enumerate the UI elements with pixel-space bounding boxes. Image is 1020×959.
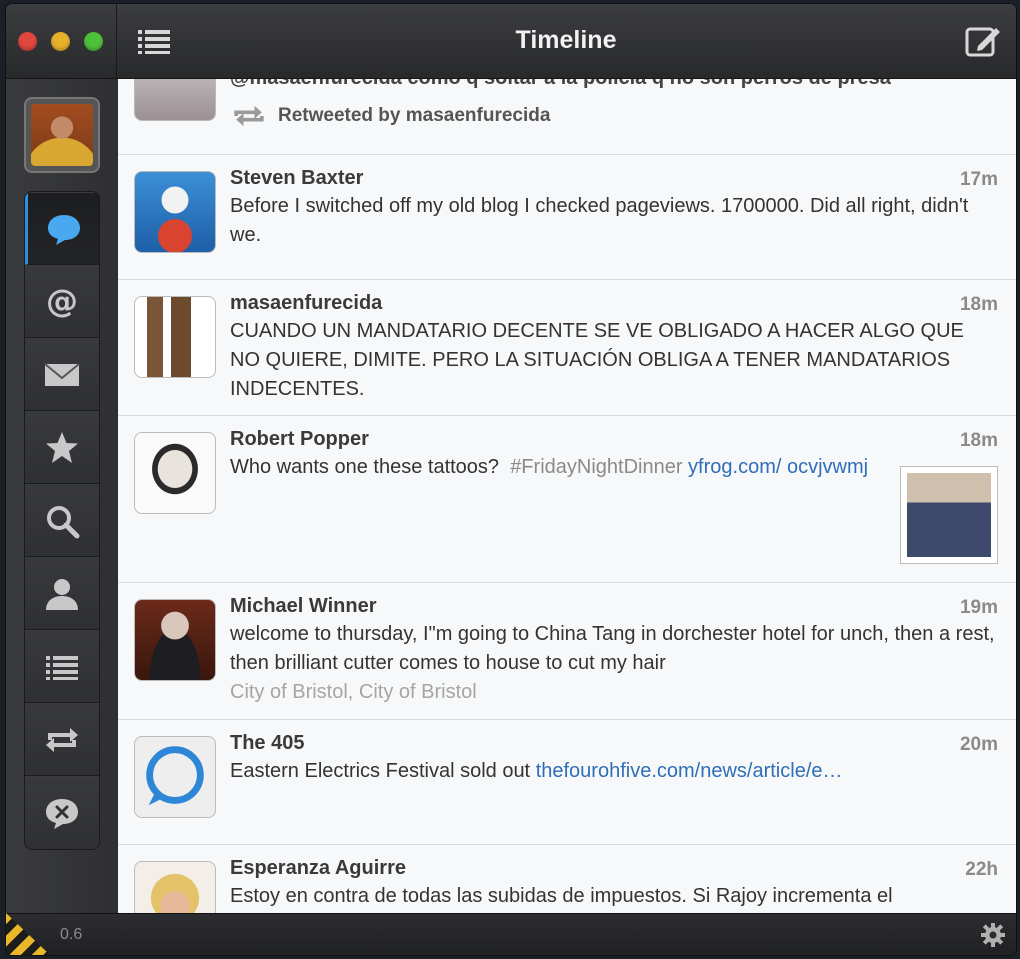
tweet-time: 19m xyxy=(959,597,998,618)
tweet-item[interactable]: Michael Winner 19m welcome to thursday, … xyxy=(118,583,1016,720)
status-bar: 0.6 xyxy=(6,913,1016,955)
nav-search[interactable] xyxy=(25,484,99,557)
tweet-text: Estoy en contra de todas las subidas de … xyxy=(230,885,893,907)
tweet-link[interactable]: yfrog.com/ ocvjvwmj xyxy=(688,456,868,478)
tweet-author[interactable]: Robert Popper xyxy=(230,428,998,451)
tweet-media-thumbnail[interactable] xyxy=(900,466,998,564)
tweet-avatar[interactable] xyxy=(134,736,216,818)
sidebar-nav: @ xyxy=(24,191,100,850)
tweet-author[interactable]: Esperanza Aguirre xyxy=(230,857,998,880)
envelope-icon xyxy=(44,362,80,386)
tweet-item[interactable]: @masaenfurecida como q soltar a la polic… xyxy=(118,79,1016,155)
compose-icon[interactable] xyxy=(964,24,1002,58)
speech-bubble-icon xyxy=(47,214,80,245)
tweet-author[interactable]: The 405 xyxy=(230,732,998,755)
retweet-icon xyxy=(46,727,78,752)
tweet-link[interactable]: thefourohfive.com/news/article/e… xyxy=(536,760,843,782)
account-avatar[interactable] xyxy=(24,97,100,173)
search-icon xyxy=(47,505,80,538)
tweet-text: Before I switched off my old blog I chec… xyxy=(230,195,969,246)
tweet-avatar[interactable] xyxy=(134,296,216,378)
app-window: Timeline @ Retweeted by masaenfurecida S… xyxy=(6,4,1016,955)
timeline[interactable]: @masaenfurecida como q soltar a la polic… xyxy=(118,79,1016,913)
version-label: 0.6 xyxy=(60,926,83,943)
tweet-time: 18m xyxy=(959,430,998,451)
tweet-text: @masaenfurecida como q soltar a la polic… xyxy=(230,79,891,90)
tweet-time: 18m xyxy=(959,294,998,315)
tweet-location[interactable]: City of Bristol, City of Bristol xyxy=(230,678,998,706)
tweet-avatar[interactable] xyxy=(134,861,216,913)
tweet-avatar[interactable] xyxy=(134,79,216,121)
the-405-logo-icon xyxy=(146,746,204,806)
tweet-item[interactable]: Steven Baxter 17m Before I switched off … xyxy=(118,155,1016,280)
window-title: Timeline xyxy=(515,26,617,54)
sidebar: @ xyxy=(6,79,118,913)
nav-messages[interactable] xyxy=(25,338,99,411)
tweet-item[interactable]: The 405 20m Eastern Electrics Festival s… xyxy=(118,720,1016,845)
retweet-indicator: Retweeted by masaenfurecida xyxy=(230,105,550,127)
tweet-avatar[interactable] xyxy=(134,599,216,681)
tweet-hashtag[interactable]: #FridayNightDinner xyxy=(510,456,682,478)
nav-mentions[interactable]: @ xyxy=(25,265,99,338)
tweet-author[interactable]: Michael Winner xyxy=(230,595,998,618)
nav-favorites[interactable] xyxy=(25,411,99,484)
tweet-item[interactable]: Robert Popper 18m Who wants one these ta… xyxy=(118,416,1016,583)
tweet-avatar[interactable] xyxy=(134,171,216,253)
person-icon xyxy=(46,578,78,610)
svg-text:@: @ xyxy=(46,282,78,320)
nav-timeline[interactable] xyxy=(25,192,99,265)
tweet-avatar[interactable] xyxy=(134,432,216,514)
tweet-item[interactable]: masaenfurecida 18m CUANDO UN MANDATARIO … xyxy=(118,280,1016,416)
tweet-text: Eastern Electrics Festival sold out thef… xyxy=(230,757,998,786)
tweet-body: Eastern Electrics Festival sold out xyxy=(230,760,531,782)
hazard-stripes xyxy=(6,913,50,955)
tweet-time: 20m xyxy=(959,734,998,755)
retweeted-by-label: Retweeted by masaenfurecida xyxy=(278,105,551,126)
tweet-text: CUANDO UN MANDATARIO DECENTE SE VE OBLIG… xyxy=(230,320,964,400)
at-sign-icon: @ xyxy=(46,282,78,320)
nav-retweets[interactable] xyxy=(25,703,99,776)
retweet-icon xyxy=(234,105,264,127)
nav-muted[interactable] xyxy=(25,776,99,849)
nav-lists[interactable] xyxy=(25,630,99,703)
muted-bubble-icon xyxy=(46,799,78,829)
tweet-text: welcome to thursday, I"m going to China … xyxy=(230,623,995,674)
tweet-text: Who wants one these tattoos? #FridayNigh… xyxy=(230,453,998,482)
tweet-time: 17m xyxy=(959,169,998,190)
tweet-body: Who wants one these tattoos? xyxy=(230,456,500,478)
list-icon xyxy=(46,655,78,680)
tweet-item[interactable]: Esperanza Aguirre 22h Estoy en contra de… xyxy=(118,845,1016,913)
titlebar: Timeline xyxy=(6,4,1016,79)
tweet-author[interactable]: Steven Baxter xyxy=(230,167,998,190)
star-icon xyxy=(46,431,78,463)
tweet-author[interactable]: masaenfurecida xyxy=(230,292,998,315)
nav-profile[interactable] xyxy=(25,557,99,630)
gear-icon[interactable] xyxy=(980,922,1006,948)
tweet-time: 22h xyxy=(965,859,998,880)
